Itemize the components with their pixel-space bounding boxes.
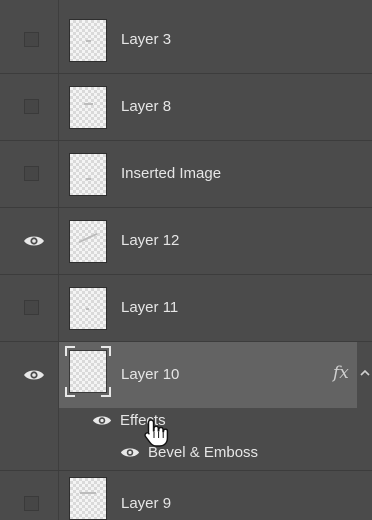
chevron-up-icon[interactable] <box>359 366 371 380</box>
visibility-toggle[interactable] <box>0 471 58 520</box>
layer-row-selected[interactable]: Layer 10 fx <box>0 342 372 409</box>
layer-name: Layer 3 <box>121 31 172 48</box>
visibility-toggle[interactable] <box>0 74 58 140</box>
layer-name: Layer 11 <box>121 299 179 316</box>
layer-name: Layer 9 <box>121 495 172 512</box>
layer-row[interactable]: Layer 12 <box>0 208 372 275</box>
eye-icon <box>24 370 44 380</box>
visibility-off-box <box>24 166 39 181</box>
fx-badge[interactable]: fx <box>333 363 349 383</box>
layer-thumbnail <box>69 287 107 330</box>
layer-row[interactable]: Layer 8 <box>0 74 372 141</box>
layer-thumbnail <box>69 86 107 129</box>
visibility-off-box <box>24 496 39 511</box>
visibility-toggle[interactable] <box>0 275 58 341</box>
visibility-toggle[interactable] <box>0 141 58 207</box>
layer-row[interactable]: Inserted Image <box>0 141 372 208</box>
visibility-off-box <box>24 300 39 315</box>
visibility-toggle[interactable] <box>0 342 58 408</box>
layer-name: Layer 8 <box>121 98 172 115</box>
eye-icon <box>24 236 44 246</box>
layer-row[interactable]: Layer 3 <box>0 7 372 74</box>
effect-item-row[interactable]: Bevel & Emboss <box>0 436 372 468</box>
visibility-off-box <box>24 32 39 47</box>
eye-icon[interactable] <box>120 446 140 459</box>
layer-row[interactable]: Layer 9 <box>0 470 372 520</box>
layer-thumbnail <box>69 477 107 520</box>
layer-thumbnail <box>65 346 111 397</box>
effects-row[interactable]: Effects <box>0 404 372 436</box>
layer-row[interactable]: Layer 11 <box>0 275 372 342</box>
layer-thumbnail <box>69 19 107 62</box>
visibility-toggle[interactable] <box>0 7 58 73</box>
hand-pointer-icon <box>144 419 169 447</box>
layer-name: Layer 10 <box>121 366 180 383</box>
layer-thumbnail <box>69 153 107 196</box>
eye-icon[interactable] <box>92 414 112 427</box>
layer-name: Inserted Image <box>121 165 222 182</box>
layer-name: Layer 12 <box>121 232 180 249</box>
visibility-toggle[interactable] <box>0 208 58 274</box>
visibility-off-box <box>24 99 39 114</box>
layers-panel: Layer 3 Layer 8 Inserted Image Layer 12 <box>0 0 372 520</box>
layer-thumbnail <box>69 220 107 263</box>
